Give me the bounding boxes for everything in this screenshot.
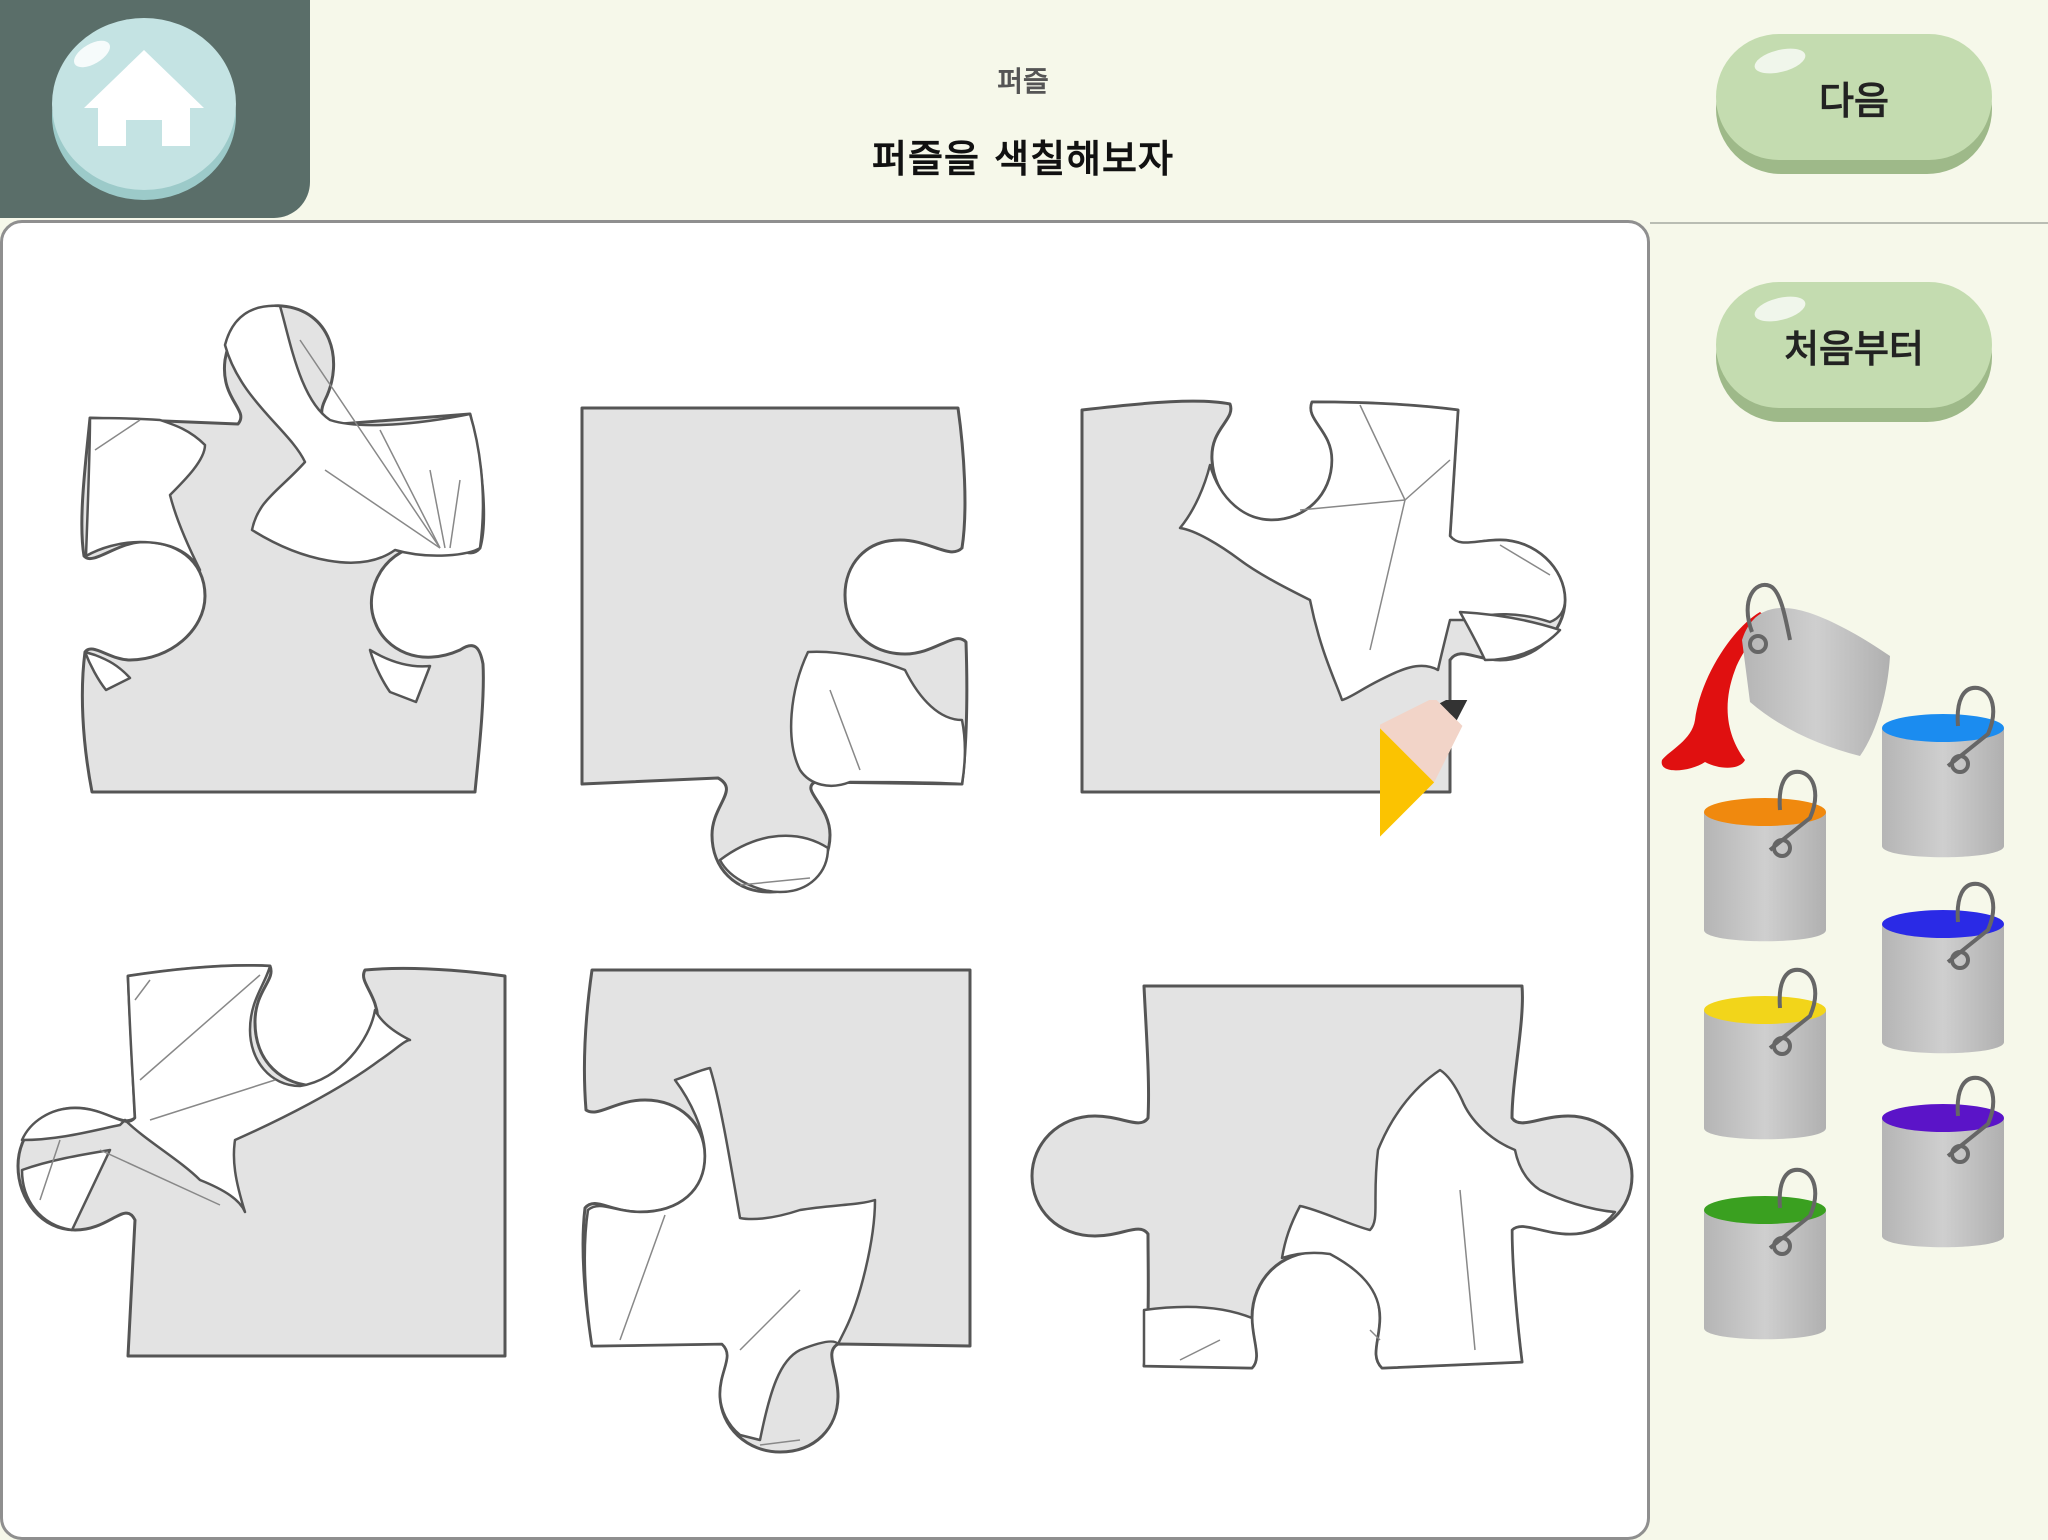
- leaf-region-6b: [1142, 1305, 1258, 1370]
- puzzle-piece-2[interactable]: [580, 406, 969, 894]
- home-panel: [0, 0, 310, 218]
- next-button-label: 다음: [1716, 34, 1992, 160]
- restart-button[interactable]: 처음부터: [1716, 282, 1992, 422]
- paint-bucket-sky-blue[interactable]: [1882, 685, 2004, 858]
- paint-bucket-purple[interactable]: [1882, 1075, 2004, 1248]
- next-button[interactable]: 다음: [1716, 34, 1992, 174]
- page-subtitle: 퍼즐: [997, 65, 1049, 98]
- sidebar-divider: [1650, 222, 2048, 224]
- home-icon: [52, 18, 236, 200]
- restart-button-label: 처음부터: [1716, 282, 1992, 408]
- home-button[interactable]: [52, 16, 236, 200]
- paint-bucket-blue[interactable]: [1882, 881, 2004, 1054]
- page-title: 퍼즐을 색칠해보자: [872, 137, 1174, 181]
- pencil-icon[interactable]: [1380, 700, 1900, 1220]
